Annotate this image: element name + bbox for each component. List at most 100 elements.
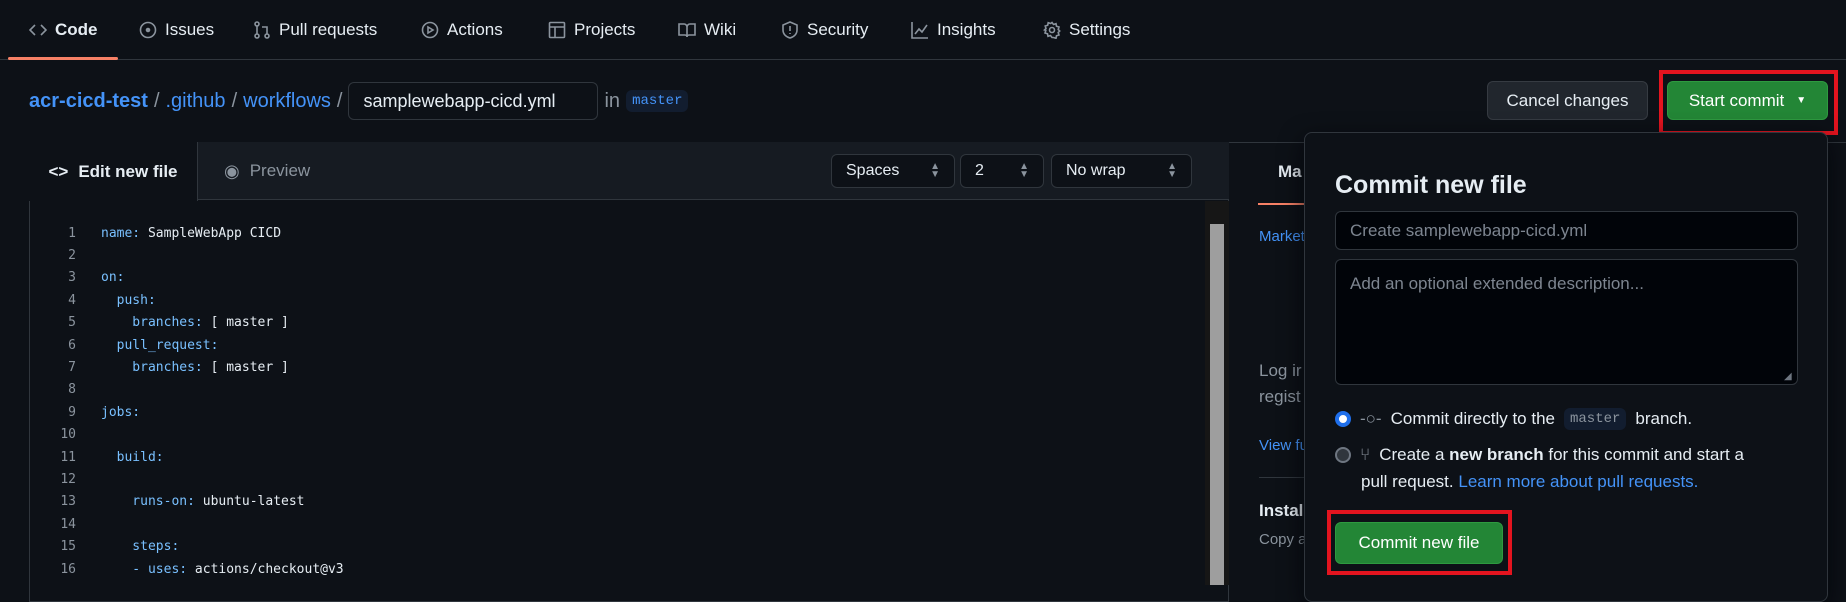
tab-settings[interactable]: Settings <box>1043 0 1130 60</box>
play-icon <box>421 21 439 39</box>
tab-code[interactable]: Code <box>29 0 98 60</box>
tab-security[interactable]: Security <box>781 0 868 60</box>
marketplace-link[interactable]: Market <box>1259 228 1305 245</box>
sidebar-text: Copy a <box>1259 531 1307 548</box>
commit-icon: -○- <box>1360 409 1382 428</box>
code-value: ubuntu-latest <box>194 494 305 510</box>
line-number: 5 <box>68 315 76 331</box>
tab-label: Wiki <box>704 20 737 39</box>
breadcrumb-github[interactable]: .github <box>166 90 226 113</box>
filename-input[interactable]: samplewebapp-cicd.yml <box>348 82 599 120</box>
code-icon: <> <box>48 161 69 181</box>
code-key: push: <box>101 292 156 308</box>
select-value: Spaces <box>846 162 900 179</box>
divider <box>1259 477 1309 478</box>
breadcrumb-repo[interactable]: acr-cicd-test <box>29 90 148 113</box>
option-text: Create a new branch for this commit and … <box>1379 445 1744 465</box>
breadcrumb-workflows[interactable]: workflows <box>243 90 331 113</box>
scrollbar-thumb[interactable] <box>1210 224 1224 585</box>
tab-label: Issues <box>165 20 215 39</box>
code-key: on: <box>101 270 125 286</box>
line-number: 4 <box>68 292 76 308</box>
code-line: 16 - uses: actions/checkout@v3 <box>40 558 343 580</box>
option-new-branch-line2: pull request. Learn more about pull requ… <box>1361 472 1698 492</box>
graph-icon <box>911 22 928 39</box>
code-editor[interactable]: 1 name: SampleWebApp CICD 2 3 on: 4 push: 5 br… <box>40 222 344 580</box>
line-number: 13 <box>60 494 76 510</box>
code-line: 15 steps: <box>40 535 344 557</box>
view-link[interactable]: View fu <box>1259 437 1308 454</box>
sidebar-text: regist <box>1259 387 1301 406</box>
highlight-box <box>1327 510 1512 575</box>
code-value: [ master ] <box>202 315 289 331</box>
tab-insights[interactable]: Insights <box>911 0 996 60</box>
tab-label: Actions <box>447 20 503 39</box>
highlight-box <box>1659 70 1838 135</box>
repo-nav: Code Issues Pull requests Actions Projec… <box>0 0 1846 60</box>
line-number: 6 <box>68 337 76 353</box>
indent-size-select[interactable]: 2 ▲ ▼ <box>960 154 1044 188</box>
cancel-changes-button[interactable]: Cancel changes <box>1487 81 1648 120</box>
indent-mode-select[interactable]: Spaces ▲ ▼ <box>831 154 955 188</box>
install-heading: Install <box>1259 501 1309 520</box>
option-text: pull request. <box>1361 472 1454 491</box>
tab-label: Pull requests <box>279 20 378 39</box>
radio-selected[interactable] <box>1335 411 1351 427</box>
tab-wiki[interactable]: Wiki <box>678 0 736 60</box>
code-key: branches: <box>101 315 203 331</box>
editor-tabbar: <> Edit new file ◉ Preview Spaces ▲ ▼ 2 ▲ ▼ No… <box>29 142 1229 201</box>
resize-handle-icon[interactable]: ◢ <box>1784 371 1792 382</box>
tab-preview[interactable]: ◉ Preview <box>224 142 310 200</box>
commit-summary-input[interactable]: Create samplewebapp-cicd.yml <box>1335 211 1798 250</box>
tab-label: Edit new file <box>78 161 178 181</box>
eye-icon: ◉ <box>224 160 240 181</box>
code-line: 7 branches: [ master ] <box>40 356 344 378</box>
code-line: 3 on: <box>40 267 344 289</box>
tab-issues[interactable]: Issues <box>139 0 214 60</box>
line-number: 8 <box>68 382 76 398</box>
line-number: 3 <box>68 270 76 286</box>
line-number: 2 <box>68 248 76 264</box>
option-text: Commit directly to the <box>1390 409 1555 428</box>
option-new-branch[interactable]: ⑂ Create a new branch for this commit an… <box>1335 445 1744 465</box>
code-line: 9 jobs: <box>40 401 344 423</box>
code-line: 10 <box>40 424 344 446</box>
breadcrumb-separator: / <box>336 89 343 112</box>
tab-projects[interactable]: Projects <box>548 0 635 60</box>
table-icon <box>548 21 566 39</box>
select-arrows-icon: ▲ ▼ <box>930 161 940 180</box>
line-number: 14 <box>60 516 76 532</box>
learn-more-link[interactable]: Learn more about pull requests. <box>1458 472 1698 491</box>
breadcrumb-separator: / <box>153 89 160 112</box>
option-commit-directly[interactable]: -○- Commit directly to the master branch… <box>1335 408 1692 430</box>
code-line: 5 branches: [ master ] <box>40 312 344 334</box>
tab-pull-requests[interactable]: Pull requests <box>253 0 377 60</box>
tab-actions[interactable]: Actions <box>421 0 503 60</box>
option-text-pre: Create a <box>1379 445 1445 464</box>
commit-description-textarea[interactable]: Add an optional extended description... <box>1335 259 1798 385</box>
pull-request-icon: ⑂ <box>1360 445 1371 464</box>
code-key: jobs: <box>101 404 141 420</box>
book-icon <box>678 23 696 38</box>
option-text: branch. <box>1635 409 1693 428</box>
code-line: 1 name: SampleWebApp CICD <box>40 222 344 244</box>
wrap-mode-select[interactable]: No wrap ▲ ▼ <box>1051 154 1192 188</box>
in-label: in <box>604 89 621 112</box>
radio-unselected[interactable] <box>1335 447 1351 463</box>
tab-label: Code <box>55 20 98 39</box>
pull-request-icon <box>254 21 270 39</box>
code-line: 13 runs-on: ubuntu-latest <box>40 491 344 513</box>
select-value: 2 <box>975 162 984 179</box>
shield-icon <box>782 21 798 39</box>
breadcrumb: acr-cicd-test / .github / workflows / sa… <box>29 82 689 120</box>
gear-icon <box>1043 21 1061 39</box>
code-value: [ master ] <box>202 360 289 376</box>
code-line: 12 <box>40 468 344 490</box>
code-line: 11 build: <box>40 446 344 468</box>
marketplace-tab[interactable]: Ma <box>1278 162 1302 182</box>
tab-edit-new-file[interactable]: <> Edit new file <box>29 142 198 201</box>
branch-badge: master <box>1563 408 1627 430</box>
code-line: 8 <box>40 379 344 401</box>
code-key: branches: <box>101 360 203 376</box>
select-arrows-icon: ▲ ▼ <box>1167 161 1177 180</box>
